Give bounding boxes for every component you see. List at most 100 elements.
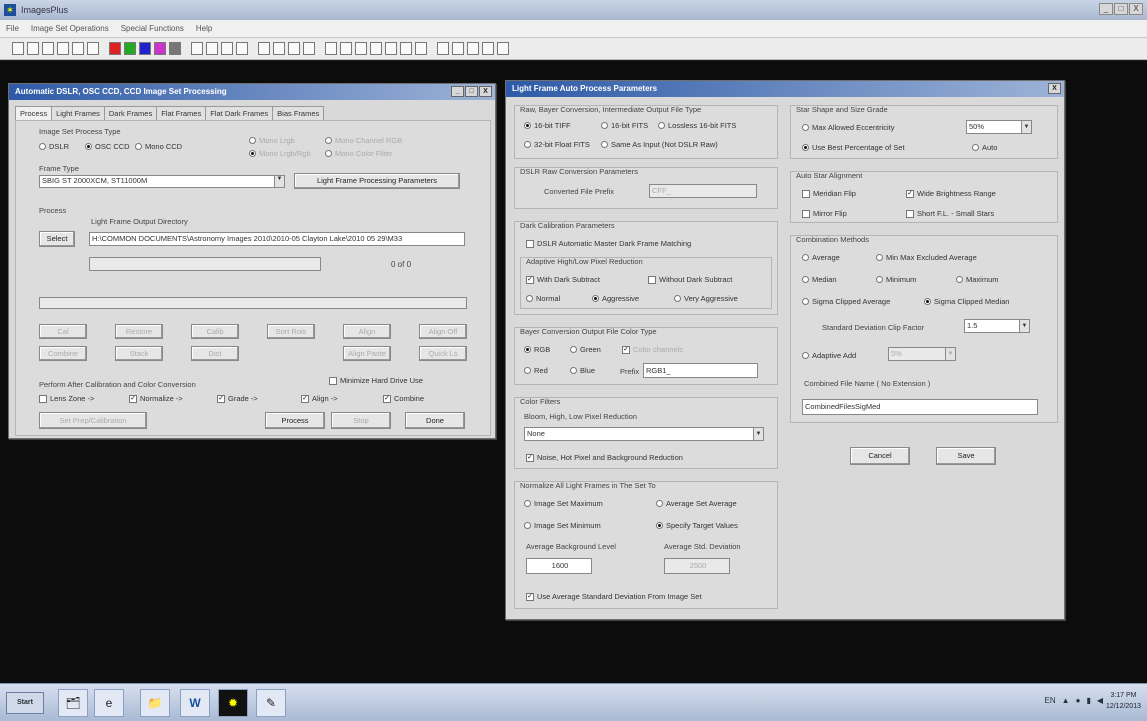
zoom2-icon[interactable] bbox=[467, 42, 479, 55]
bayer-blue-radio[interactable]: Blue bbox=[570, 366, 595, 375]
menu-help[interactable]: Help bbox=[196, 24, 212, 33]
combine-average-radio[interactable]: Average bbox=[802, 253, 840, 262]
combine-minmax-radio[interactable]: Min Max Excluded Average bbox=[876, 253, 977, 262]
action-button-7[interactable]: Stack bbox=[115, 346, 163, 361]
combine-maximum-radio[interactable]: Maximum bbox=[956, 275, 999, 284]
minimize-button[interactable]: _ bbox=[451, 86, 464, 97]
level-very-aggressive-radio[interactable]: Very Aggressive bbox=[674, 294, 738, 303]
arrow-up-icon[interactable]: ▲ bbox=[1062, 696, 1070, 705]
rotate-l-icon[interactable] bbox=[221, 42, 233, 55]
zoom-out-icon[interactable] bbox=[273, 42, 285, 55]
max-ecc-select[interactable]: 50% ▼ bbox=[966, 120, 1032, 134]
select-button[interactable]: Select bbox=[39, 231, 75, 247]
max-ecc-radio[interactable]: Max Allowed Eccentricity bbox=[802, 123, 895, 132]
close-button[interactable]: X bbox=[1129, 3, 1143, 15]
action-button-2[interactable]: Calib bbox=[191, 324, 239, 339]
frame-type-select[interactable]: SBIG ST 2000XCM, ST11000M ▼ bbox=[39, 175, 285, 188]
maximize-button[interactable]: □ bbox=[1114, 3, 1128, 15]
norm-max-radio[interactable]: Image Set Maximum bbox=[524, 499, 603, 508]
perform-option-4[interactable]: ✓ Combine bbox=[383, 394, 424, 403]
bayer-color-channels-checkbox[interactable]: ✓ Color channels bbox=[622, 345, 683, 354]
tab-dark-frames[interactable]: Dark Frames bbox=[103, 106, 158, 120]
sd-clip-select[interactable]: 1.5 ▼ bbox=[964, 319, 1030, 333]
green-icon[interactable] bbox=[124, 42, 136, 55]
zoom-in-icon[interactable] bbox=[258, 42, 270, 55]
perform-option-0[interactable]: Lens Zone -> bbox=[39, 394, 94, 403]
norm-min-radio[interactable]: Image Set Minimum bbox=[524, 521, 601, 530]
bayer-red-radio[interactable]: Red bbox=[524, 366, 548, 375]
paste-icon[interactable] bbox=[87, 42, 99, 55]
type-dslr-radio[interactable]: DSLR bbox=[39, 142, 69, 151]
close-button[interactable]: X bbox=[479, 86, 492, 97]
minimize-hd-checkbox[interactable]: Minimize Hard Drive Use bbox=[329, 376, 423, 385]
menu-special-functions[interactable]: Special Functions bbox=[121, 24, 184, 33]
combined-name-field[interactable]: CombinedFilesSigMed bbox=[802, 399, 1038, 415]
blue-icon[interactable] bbox=[139, 42, 151, 55]
type-mono-lrgb-radio[interactable]: Mono Lrgb bbox=[249, 136, 295, 145]
volume-icon[interactable]: ◀ bbox=[1097, 696, 1103, 705]
cancel-button[interactable]: Cancel bbox=[850, 447, 910, 465]
raw-same-as-input-radio[interactable]: Same As Input (Not DSLR Raw) bbox=[601, 140, 718, 149]
imagesplus-taskbar-icon[interactable]: ✹ bbox=[218, 689, 248, 717]
bloom-select[interactable]: None ▼ bbox=[524, 427, 764, 441]
meridian-flip-checkbox[interactable]: Meridian Flip bbox=[802, 189, 856, 198]
bayer-prefix-field[interactable]: RGB1_ bbox=[643, 363, 758, 378]
folder-taskbar-icon[interactable]: 📁 bbox=[140, 689, 170, 717]
open-icon[interactable] bbox=[27, 42, 39, 55]
tab-process[interactable]: Process bbox=[15, 106, 53, 120]
short-fl-checkbox[interactable]: Short F.L. - Small Stars bbox=[906, 209, 994, 218]
action-button-4[interactable]: Align bbox=[343, 324, 391, 339]
zoom3-icon[interactable] bbox=[482, 42, 494, 55]
action-button-0[interactable]: Cal bbox=[39, 324, 87, 339]
type-mono-channel-radio[interactable]: Mono Channel RGB bbox=[325, 136, 402, 145]
perform-option-3[interactable]: ✓ Align -> bbox=[301, 394, 338, 403]
avg-bg-field[interactable]: 1600 bbox=[526, 558, 592, 574]
raw-32bit-float-radio[interactable]: 32-bit Float FITS bbox=[524, 140, 590, 149]
process-button[interactable]: Process bbox=[265, 412, 325, 429]
raw-lossless-fits-radio[interactable]: Lossless 16-bit FITS bbox=[658, 121, 736, 130]
type-mono-ccd-radio[interactable]: Mono CCD bbox=[135, 142, 182, 151]
sharpen-icon[interactable] bbox=[370, 42, 382, 55]
action-button-8[interactable]: Dist bbox=[191, 346, 239, 361]
level-aggressive-radio[interactable]: Aggressive bbox=[592, 294, 639, 303]
gray-icon[interactable] bbox=[169, 42, 181, 55]
stop-button[interactable]: Stop bbox=[331, 412, 391, 429]
stretch-icon[interactable] bbox=[340, 42, 352, 55]
norm-average-radio[interactable]: Average Set Average bbox=[656, 499, 737, 508]
combine-median-radio[interactable]: Median bbox=[802, 275, 837, 284]
raw-16bit-fits-radio[interactable]: 16-bit FITS bbox=[601, 121, 648, 130]
tab-bias-frames[interactable]: Bias Frames bbox=[272, 106, 325, 120]
dslr-auto-dark-checkbox[interactable]: DSLR Automatic Master Dark Frame Matchin… bbox=[526, 239, 691, 248]
adaptive-add-select[interactable]: 5% ▼ bbox=[888, 347, 956, 361]
menu-file[interactable]: File bbox=[6, 24, 19, 33]
histogram-icon[interactable] bbox=[400, 42, 412, 55]
auto-radio[interactable]: Auto bbox=[972, 143, 997, 152]
avg-sd-field[interactable]: 2500 bbox=[664, 558, 730, 574]
color-icon[interactable] bbox=[415, 42, 427, 55]
rgb-icon[interactable] bbox=[154, 42, 166, 55]
bayer-rgb-radio[interactable]: RGB bbox=[524, 345, 550, 354]
maximize-button[interactable]: □ bbox=[465, 86, 478, 97]
new-icon[interactable] bbox=[12, 42, 24, 55]
wide-range-checkbox[interactable]: ✓ Wide Brightness Range bbox=[906, 189, 996, 198]
action-button-1[interactable]: Restore bbox=[115, 324, 163, 339]
type-mono-color-filter-radio[interactable]: Mono Color Filter bbox=[325, 149, 393, 158]
level-normal-radio[interactable]: Normal bbox=[526, 294, 560, 303]
undo-icon[interactable] bbox=[191, 42, 203, 55]
network-icon[interactable]: ▮ bbox=[1086, 696, 1090, 705]
minimize-button[interactable]: _ bbox=[1099, 3, 1113, 15]
combine-minimum-radio[interactable]: Minimum bbox=[876, 275, 916, 284]
zoom1-icon[interactable] bbox=[452, 42, 464, 55]
paint-taskbar-icon[interactable]: ✎ bbox=[256, 689, 286, 717]
redo-icon[interactable] bbox=[206, 42, 218, 55]
use-avg-sd-checkbox[interactable]: ✓ Use Average Standard Deviation From Ima… bbox=[526, 592, 702, 601]
adaptive-add-radio[interactable]: Adaptive Add bbox=[802, 351, 856, 360]
shield-icon[interactable]: ● bbox=[1076, 696, 1081, 705]
action-button-11[interactable]: Quick Ls bbox=[419, 346, 467, 361]
ie-taskbar-icon[interactable]: e bbox=[94, 689, 124, 717]
output-dir-field[interactable]: H:\COMMON DOCUMENTS\Astronomy Images 201… bbox=[89, 232, 465, 246]
rotate-r-icon[interactable] bbox=[236, 42, 248, 55]
without-dark-subtract-checkbox[interactable]: Without Dark Subtract bbox=[648, 275, 732, 284]
light-frame-params-button[interactable]: Light Frame Processing Parameters bbox=[294, 173, 460, 189]
noise-reduction-checkbox[interactable]: ✓ Noise, Hot Pixel and Background Reducti… bbox=[526, 453, 683, 462]
